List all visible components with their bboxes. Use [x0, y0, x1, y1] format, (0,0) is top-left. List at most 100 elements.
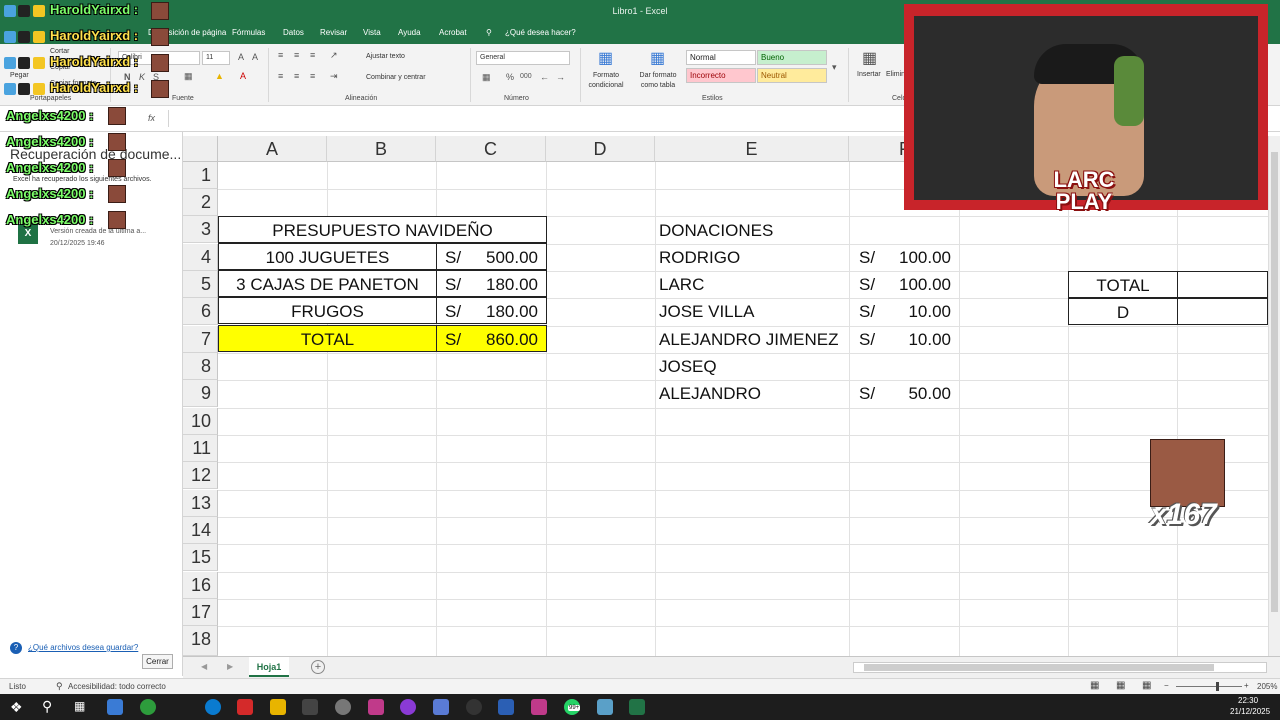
- store-icon[interactable]: [107, 699, 123, 715]
- row-header[interactable]: 12: [183, 462, 218, 489]
- file-explorer-icon[interactable]: [270, 699, 286, 715]
- donor-name[interactable]: ALEJANDRO: [659, 380, 761, 407]
- borders-icon[interactable]: ▦: [184, 71, 193, 82]
- row-header[interactable]: 11: [183, 435, 218, 462]
- clock-time[interactable]: 22:30: [1238, 696, 1258, 705]
- wrap-text-button[interactable]: Ajustar texto: [366, 53, 405, 60]
- accessibility-status[interactable]: Accesibilidad: todo correcto: [68, 682, 166, 691]
- task-view-icon[interactable]: ▦: [74, 699, 85, 713]
- excel-icon[interactable]: [629, 699, 645, 715]
- row-header[interactable]: 13: [183, 490, 218, 517]
- edge-icon[interactable]: [205, 699, 221, 715]
- tab-help[interactable]: Ayuda: [398, 28, 421, 37]
- app-pink-icon[interactable]: [368, 699, 384, 715]
- col-header-d[interactable]: D: [546, 136, 655, 162]
- row-header[interactable]: 14: [183, 517, 218, 544]
- decrease-decimal-icon[interactable]: →: [556, 72, 565, 82]
- fill-color-icon[interactable]: ▲: [215, 71, 224, 81]
- donor-name[interactable]: JOSE VILLA: [659, 298, 754, 325]
- row-header[interactable]: 18: [183, 626, 218, 656]
- budget-item-name[interactable]: 100 JUGUETES: [218, 243, 437, 270]
- zoom-out-icon[interactable]: −: [1164, 681, 1169, 690]
- row-header[interactable]: 10: [183, 408, 218, 435]
- row-header[interactable]: 4: [183, 244, 218, 271]
- percent-button[interactable]: %: [506, 72, 514, 82]
- paste-button[interactable]: Pegar: [10, 72, 29, 79]
- horizontal-scrollbar[interactable]: [853, 662, 1267, 673]
- row-header[interactable]: 9: [183, 380, 218, 407]
- conditional-format-button[interactable]: Formato condicional: [586, 71, 626, 91]
- currency-icon[interactable]: ▦: [482, 72, 491, 83]
- side-total-value-cell[interactable]: [1177, 271, 1268, 298]
- budget-item-amount-cell[interactable]: S/ 180.00: [436, 270, 547, 297]
- donor-name[interactable]: ALEJANDRO JIMENEZ: [659, 326, 838, 353]
- increase-font-icon[interactable]: A: [238, 52, 244, 62]
- windows-start-icon[interactable]: ❖: [10, 699, 23, 716]
- zoom-slider-handle[interactable]: [1216, 682, 1219, 691]
- vertical-scroll-thumb[interactable]: [1271, 152, 1278, 612]
- close-recovery-button[interactable]: Cerrar: [142, 654, 173, 669]
- donation-amount[interactable]: 10.00: [880, 326, 951, 353]
- row-header[interactable]: 15: [183, 544, 218, 571]
- align-center-icon[interactable]: ≡: [294, 71, 299, 81]
- vertical-scrollbar[interactable]: [1268, 136, 1280, 656]
- side-d-value-cell[interactable]: [1177, 298, 1268, 325]
- align-right-icon[interactable]: ≡: [310, 71, 315, 81]
- tell-me-search[interactable]: ¿Qué desea hacer?: [505, 28, 576, 37]
- normal-view-icon[interactable]: ▦: [1090, 680, 1099, 691]
- page-break-view-icon[interactable]: ▦: [1142, 680, 1151, 691]
- donations-title-cell[interactable]: DONACIONES: [659, 217, 773, 244]
- style-normal[interactable]: Normal: [686, 50, 756, 65]
- number-format-select[interactable]: General: [476, 51, 570, 65]
- budget-total-amount-cell[interactable]: S/ 860.00: [436, 325, 547, 352]
- style-neutral[interactable]: Neutral: [757, 68, 827, 83]
- clock-date[interactable]: 21/12/2025: [1230, 707, 1270, 716]
- which-files-link[interactable]: ¿Qué archivos desea guardar?: [28, 643, 138, 652]
- row-header[interactable]: 17: [183, 599, 218, 626]
- donation-amount[interactable]: 50.00: [880, 380, 951, 407]
- indent-icon[interactable]: ⇥: [330, 71, 338, 82]
- select-all-corner[interactable]: [183, 136, 218, 162]
- delete-cells-button[interactable]: Elimin: [886, 71, 905, 78]
- budget-item-name[interactable]: FRUGOS: [218, 297, 437, 324]
- word-icon[interactable]: [498, 699, 514, 715]
- budget-total-label[interactable]: TOTAL: [218, 325, 437, 352]
- zoom-slider[interactable]: [1176, 686, 1242, 687]
- sheet-tab-hoja1[interactable]: Hoja1: [249, 657, 289, 677]
- align-bottom-icon[interactable]: ≡: [310, 50, 315, 60]
- font-size-select[interactable]: 11: [202, 51, 230, 65]
- add-sheet-button[interactable]: +: [311, 660, 325, 674]
- align-left-icon[interactable]: ≡: [278, 71, 283, 81]
- donation-amount[interactable]: 100.00: [880, 271, 951, 298]
- decrease-font-icon[interactable]: A: [252, 52, 258, 62]
- align-middle-icon[interactable]: ≡: [294, 50, 299, 60]
- side-d-cell[interactable]: D: [1068, 298, 1178, 325]
- obs-icon[interactable]: [466, 699, 482, 715]
- donor-name[interactable]: LARC: [659, 271, 704, 298]
- app-magenta-icon[interactable]: [531, 699, 547, 715]
- capcut-icon[interactable]: [302, 699, 318, 715]
- tab-view[interactable]: Vista: [363, 28, 381, 37]
- budget-item-amount-cell[interactable]: S/ 180.00: [436, 297, 547, 324]
- col-header-c[interactable]: C: [436, 136, 546, 162]
- donor-name[interactable]: RODRIGO: [659, 244, 740, 271]
- font-color-icon[interactable]: A: [240, 71, 246, 81]
- whatsapp-icon[interactable]: 99+: [564, 699, 581, 715]
- chrome-icon[interactable]: [140, 699, 156, 715]
- budget-item-name[interactable]: 3 CAJAS DE PANETON: [218, 270, 437, 297]
- next-sheet-icon[interactable]: ▶: [227, 662, 233, 671]
- budget-item-amount-cell[interactable]: S/ 500.00: [436, 243, 547, 270]
- row-header[interactable]: 3: [183, 216, 218, 243]
- tab-formulas[interactable]: Fórmulas: [232, 28, 265, 37]
- page-layout-view-icon[interactable]: ▦: [1116, 680, 1125, 691]
- styles-more-icon[interactable]: ▾: [832, 62, 837, 73]
- budget-title-cell[interactable]: PRESUPUESTO NAVIDEÑO: [218, 216, 547, 243]
- search-icon[interactable]: ⚲: [42, 698, 52, 715]
- row-header[interactable]: 2: [183, 189, 218, 216]
- increase-decimal-icon[interactable]: ←: [540, 72, 549, 82]
- fx-icon[interactable]: fx: [148, 113, 155, 123]
- prev-sheet-icon[interactable]: ◀: [201, 662, 207, 671]
- row-header[interactable]: 16: [183, 572, 218, 599]
- side-total-cell[interactable]: TOTAL: [1068, 271, 1178, 298]
- tab-data[interactable]: Datos: [283, 28, 304, 37]
